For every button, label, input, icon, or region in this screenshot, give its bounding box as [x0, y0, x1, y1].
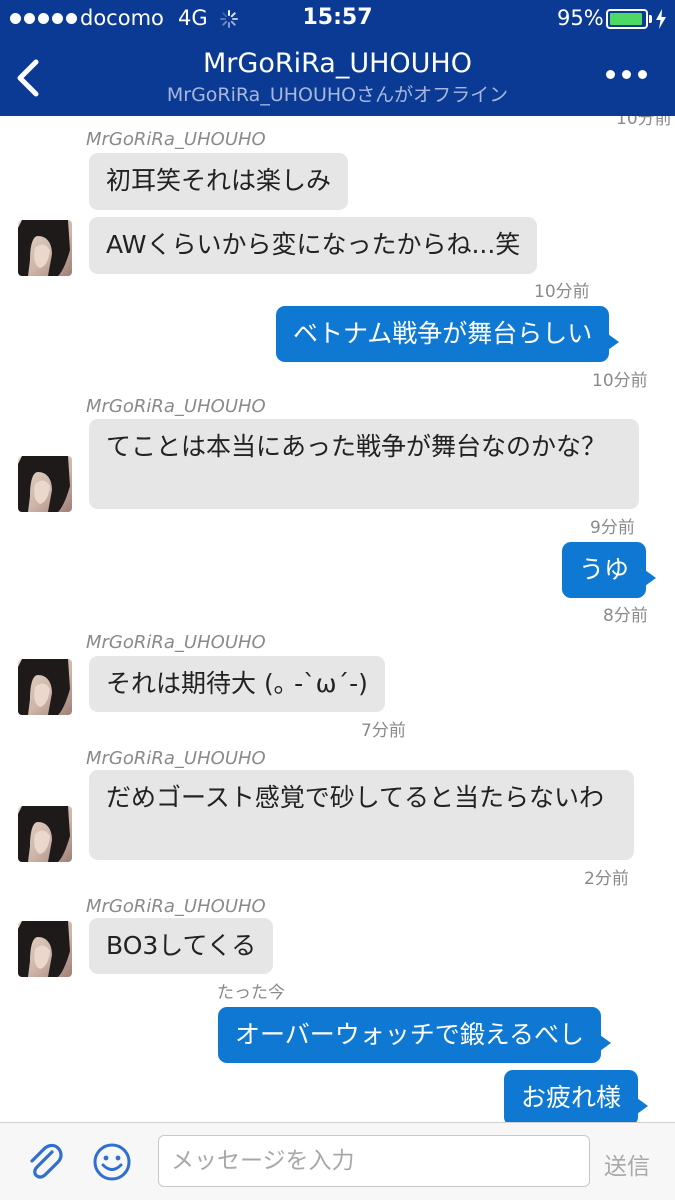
more-horizontal-icon: [605, 69, 615, 79]
sender-name: MrGoRiRa_UHOUHO: [86, 748, 266, 769]
avatar[interactable]: [18, 806, 72, 862]
status-bar: docomo 4G 15:57 95%: [0, 0, 675, 38]
message-timestamp: たった今: [217, 983, 285, 1003]
outgoing-message[interactable]: オーバーウォッチで鍛えるべし: [218, 1007, 612, 1063]
sender-name: MrGoRiRa_UHOUHO: [86, 632, 266, 653]
outgoing-message[interactable]: ベトナム戦争が舞台らしい: [276, 306, 620, 362]
smiley-icon: [93, 1143, 131, 1181]
nav-bar: MrGoRiRa_UHOUHO MrGoRiRa_UHOUHOさんがオフライン: [0, 38, 675, 116]
charging-bolt-icon: [656, 9, 666, 29]
battery-percent: 95%: [557, 6, 604, 30]
incoming-message[interactable]: だめゴースト感覚で砂してると当たらないわ: [89, 770, 634, 860]
message-list[interactable]: 10分前 MrGoRiRa_UHOUHO 初耳笑それは楽しみ AWくらいから変に…: [0, 116, 675, 1122]
battery-level: [610, 13, 642, 25]
attach-button[interactable]: [22, 1139, 66, 1183]
avatar[interactable]: [18, 921, 72, 977]
outgoing-message[interactable]: お疲れ様: [504, 1070, 649, 1122]
incoming-message[interactable]: てことは本当にあった戦争が舞台なのかな？: [89, 419, 639, 509]
conversation-title: MrGoRiRa_UHOUHO: [203, 48, 472, 79]
emoji-button[interactable]: [91, 1141, 133, 1183]
message-timestamp: 2分前: [584, 869, 629, 889]
incoming-message[interactable]: それは期待大 (｡ -`ω´-): [89, 656, 385, 712]
incoming-message[interactable]: BO3してくる: [89, 918, 274, 974]
avatar[interactable]: [18, 456, 72, 512]
chat-screen: docomo 4G 15:57 95% MrGoRiRa_UHOUHO MrGo…: [0, 0, 675, 1200]
incoming-message[interactable]: AWくらいから変になったからね...笑: [89, 217, 538, 274]
sender-name: MrGoRiRa_UHOUHO: [86, 396, 266, 417]
message-timestamp: 8分前: [603, 606, 648, 626]
message-input[interactable]: [158, 1135, 590, 1187]
presence-status: MrGoRiRa_UHOUHOさんがオフライン: [166, 84, 509, 106]
sender-name: MrGoRiRa_UHOUHO: [86, 896, 266, 917]
send-button[interactable]: 送信: [604, 1147, 650, 1181]
paperclip-icon: [30, 1143, 63, 1179]
message-timestamp: 9分前: [590, 518, 635, 538]
message-timestamp: 7分前: [361, 721, 406, 741]
compose-bar: 送信: [0, 1122, 675, 1200]
outgoing-message[interactable]: うゆ: [562, 542, 657, 598]
message-timestamp: 10分前: [592, 371, 648, 391]
avatar[interactable]: [18, 220, 72, 276]
battery-cap: [649, 15, 652, 23]
message-timestamp: 10分前: [534, 282, 590, 302]
message-timestamp: 10分前: [616, 116, 672, 129]
sender-name: MrGoRiRa_UHOUHO: [86, 129, 266, 150]
avatar[interactable]: [18, 659, 72, 715]
battery-icon: [606, 9, 648, 29]
incoming-message[interactable]: 初耳笑それは楽しみ: [89, 153, 349, 210]
header: docomo 4G 15:57 95% MrGoRiRa_UHOUHO MrGo…: [0, 0, 675, 116]
more-options-button[interactable]: [600, 62, 652, 86]
